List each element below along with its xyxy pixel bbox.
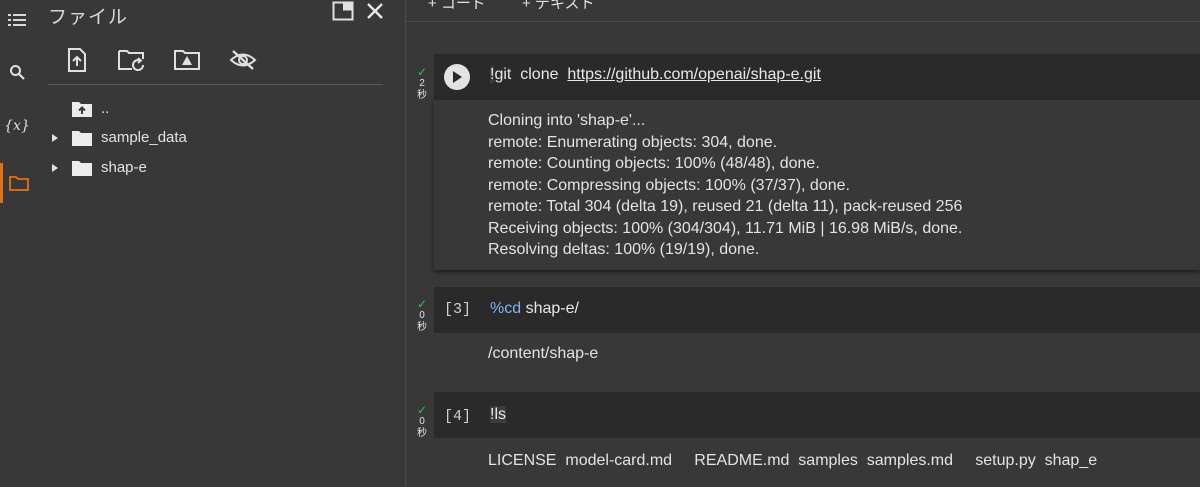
expand-caret-icon[interactable] (50, 163, 60, 173)
cell-3-input[interactable]: [4] !ls (434, 392, 1200, 438)
code-magic: %cd (490, 300, 522, 317)
mount-drive-icon[interactable] (172, 46, 202, 74)
search-icon[interactable] (0, 52, 34, 92)
parent-folder-icon (72, 101, 92, 121)
cell-1-code[interactable]: !git clone https://github.com/openai/sha… (490, 66, 821, 84)
exec-time-unit: 秒 (417, 322, 427, 333)
notebook-toolbar: + コード + テキスト (406, 0, 1200, 22)
code-command: ls (494, 406, 507, 423)
tree-label-parent: .. (101, 100, 110, 117)
menu-icon[interactable] (0, 0, 34, 40)
expand-caret-icon[interactable] (50, 133, 60, 143)
tree-label-shap-e: shap-e (101, 159, 147, 176)
exec-time: 2 (419, 78, 425, 89)
output-line: Cloning into 'shap-e'... (488, 112, 646, 129)
play-icon (453, 71, 462, 83)
folder-icon (72, 160, 92, 180)
left-rail: {x} (0, 0, 34, 487)
cell-3-exec-status: ✓ 0 秒 (412, 404, 432, 440)
add-text-button[interactable]: + テキスト (522, 0, 594, 13)
upload-file-icon[interactable] (62, 46, 92, 74)
cell-1-exec-status: ✓ 2 秒 (412, 66, 432, 102)
output-line: remote: Enumerating objects: 304, done. (488, 133, 778, 151)
output-line: remote: Total 304 (delta 19), reused 21 … (488, 198, 963, 215)
run-cell-button[interactable] (444, 64, 470, 90)
tree-row-sample-data[interactable]: sample_data (34, 125, 406, 151)
code-url-link[interactable]: https://github.com/openai/shap-e.git (567, 66, 821, 83)
cell-2-output-text: /content/shap-e (488, 343, 598, 365)
cell-2-code[interactable]: %cd shap-e/ (490, 300, 579, 318)
open-in-tab-icon[interactable] (330, 0, 356, 22)
add-code-button[interactable]: + コード (428, 0, 486, 13)
exec-time: 0 (419, 310, 425, 321)
cell-3-output: LICENSE model-card.md README.md samples … (434, 438, 1200, 478)
cell-3-code[interactable]: !ls (490, 406, 507, 424)
check-icon: ✓ (416, 297, 428, 311)
cell-3-prompt: [4] (444, 408, 472, 425)
variables-icon[interactable]: {x} (0, 106, 34, 146)
folder-icon (72, 130, 92, 150)
cell-2-prompt: [3] (444, 301, 472, 318)
output-line: LICENSE model-card.md README.md samples … (488, 452, 1098, 469)
cell-2-exec-status: ✓ 0 秒 (412, 298, 432, 334)
code-argument: shap-e/ (521, 300, 579, 317)
check-icon: ✓ (416, 403, 428, 417)
check-icon: ✓ (416, 65, 428, 79)
variables-label: {x} (4, 118, 30, 134)
cell-1-output-text: Cloning into 'shap-e'... remote: Enumerat… (488, 110, 962, 261)
cell-2-input[interactable]: [3] %cd shap-e/ (434, 287, 1200, 333)
refresh-folder-icon[interactable] (117, 46, 147, 74)
folder-icon[interactable] (0, 163, 34, 203)
cell-2-output: /content/shap-e (434, 333, 1200, 373)
output-line: /content/shap-e (488, 345, 599, 362)
code-command: git clone (494, 66, 568, 83)
exec-time: 0 (419, 416, 425, 427)
files-panel-title: ファイル (48, 7, 129, 28)
tree-row-parent[interactable]: .. (34, 96, 406, 122)
hide-files-icon[interactable] (228, 46, 258, 74)
exec-time-unit: 秒 (417, 428, 427, 439)
cell-3-output-text: LICENSE model-card.md README.md samples … (488, 450, 1097, 472)
output-line: Resolving deltas: 100% (19/19), done. (488, 241, 760, 258)
cell-1-output: Cloning into 'shap-e'... remote: Enumerat… (434, 100, 1200, 270)
exec-time-unit: 秒 (417, 90, 427, 101)
output-line: remote: Compressing objects: 100% (37/37… (488, 176, 850, 194)
cell-1-input[interactable]: !git clone https://github.com/openai/sha… (434, 54, 1200, 100)
close-icon[interactable] (362, 0, 388, 22)
output-line: Receiving objects: 100% (304/304), 11.71… (488, 219, 963, 237)
files-panel: ファイル .. sample_data shap-e (34, 0, 406, 487)
notebook-main: + コード + テキスト ✓ 2 秒 !git clone https://gi… (406, 0, 1200, 487)
output-line: remote: Counting objects: 100% (48/48), … (488, 155, 820, 172)
tree-label-sample-data: sample_data (101, 129, 187, 146)
files-divider (48, 84, 383, 85)
tree-row-shap-e[interactable]: shap-e (34, 155, 406, 181)
